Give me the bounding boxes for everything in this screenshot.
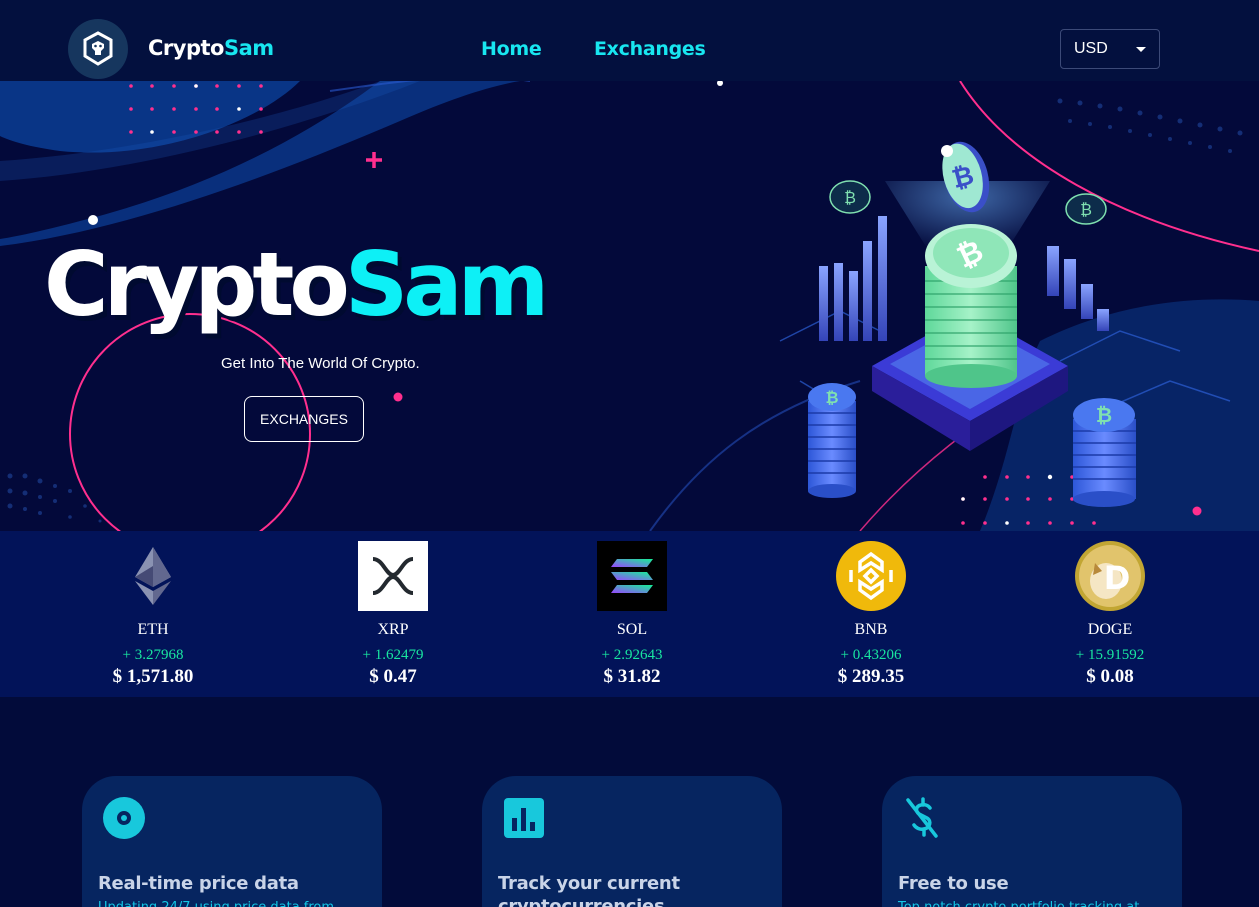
coin-change: + 0.43206: [840, 647, 902, 663]
coin-price: $ 1,571.80: [112, 666, 194, 687]
coin-change: + 15.91592: [1075, 647, 1145, 663]
feature-title: Track your current cryptocurrencies: [498, 873, 680, 907]
currency-select-value: USD: [1074, 40, 1108, 57]
logo-icon[interactable]: [68, 19, 128, 79]
nav-exchanges-link[interactable]: Exchanges: [594, 38, 706, 60]
svg-text:₿: ₿: [825, 388, 838, 407]
hero-section: ₿ ₿ ₿ ₿ ₿ ₿ CryptoSam Get Into The World…: [0, 81, 1259, 531]
coin-symbol: ETH: [137, 621, 169, 638]
svg-text:₿: ₿: [1096, 403, 1112, 427]
coin-price: $ 31.82: [603, 666, 661, 687]
coin-change: + 2.92643: [601, 647, 663, 663]
hero-title: CryptoSam: [44, 241, 549, 329]
coin-price: $ 289.35: [837, 666, 905, 687]
feature-title: Free to use: [898, 873, 1009, 894]
dollar-slash-icon: [906, 797, 938, 838]
chevron-down-icon: [1136, 47, 1146, 52]
hero-tagline: Get Into The World Of Crypto.: [221, 355, 420, 372]
coin-symbol: SOL: [616, 621, 648, 638]
coin-symbol: BNB: [854, 621, 888, 638]
bar-chart-icon: [504, 798, 544, 838]
svg-text:₿: ₿: [1080, 200, 1092, 219]
coin-change: + 3.27968: [122, 647, 184, 663]
coin-price: $ 0.08: [1086, 666, 1134, 687]
exchanges-button[interactable]: EXCHANGES: [244, 396, 364, 442]
record-icon: [103, 797, 145, 839]
feature-title: Real-time price data: [98, 873, 299, 894]
brand-name-part1: Crypto: [148, 36, 224, 60]
svg-text:D: D: [1104, 559, 1131, 597]
hero-title-part1: Crypto: [44, 233, 350, 336]
dogecoin-icon: D: [1075, 541, 1145, 611]
feature-card-free: Free to use Top notch crypto portfolio t…: [882, 776, 1182, 907]
currency-select[interactable]: USD: [1060, 29, 1160, 69]
features-section: Real-time price data Updating 24/7 using…: [0, 697, 1259, 907]
feature-description: Updating 24/7 using price data from: [98, 899, 368, 907]
nav-home-link[interactable]: Home: [481, 38, 542, 60]
coin-price: $ 0.47: [369, 666, 417, 687]
top-navbar: CryptoSam Home Exchanges USD: [0, 0, 1259, 81]
xrp-icon: [358, 541, 428, 611]
bnb-icon: [836, 541, 906, 611]
feature-card-realtime: Real-time price data Updating 24/7 using…: [82, 776, 382, 907]
svg-text:₿: ₿: [844, 188, 856, 207]
coin-symbol: DOGE: [1087, 621, 1133, 638]
coin-symbol: XRP: [377, 621, 409, 638]
feature-card-track: Track your current cryptocurrencies: [482, 776, 782, 907]
feature-description: Top notch crypto portfolio tracking at: [898, 899, 1168, 907]
hero-title-part2: Sam: [344, 233, 549, 336]
ethereum-icon: [135, 547, 171, 605]
solana-icon: [597, 541, 667, 611]
coin-ticker-strip: ETH + 3.27968 $ 1,571.80 XRP + 1.62479 $…: [0, 531, 1259, 697]
coin-change: + 1.62479: [362, 647, 424, 663]
brand-name[interactable]: CryptoSam: [148, 36, 274, 60]
brand-name-part2: Sam: [223, 36, 274, 60]
